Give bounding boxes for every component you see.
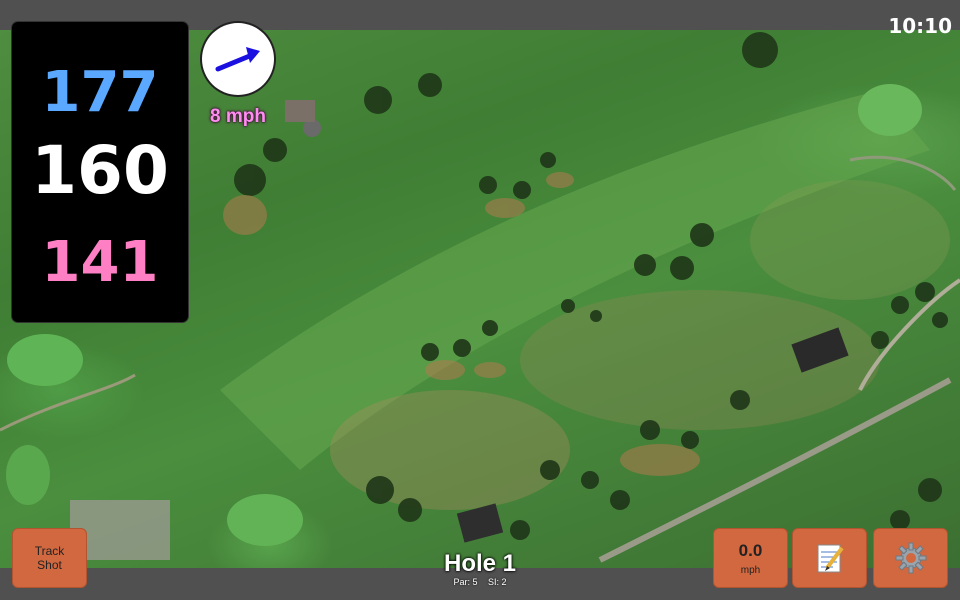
distance-panel: 177 160 141 <box>12 22 188 322</box>
back-distance: 177 <box>41 60 159 125</box>
track-shot-button[interactable]: Track Shot <box>12 528 87 588</box>
front-distance: 141 <box>41 230 159 295</box>
settings-button[interactable] <box>873 528 948 588</box>
arrow-icon <box>215 47 260 72</box>
track-shot-label-line1: Track <box>34 544 65 558</box>
hole-title: Hole 1 <box>443 550 517 577</box>
middle-distance: 160 <box>31 132 169 209</box>
track-shot-label-line2: Shot <box>37 558 62 572</box>
hole-meta: Par: 5 SI: 2 <box>380 577 580 587</box>
notes-button[interactable] <box>792 528 867 588</box>
notepad-icon <box>817 544 844 573</box>
hole-stroke-index: SI: 2 <box>488 577 507 587</box>
speed-value: 0.0 <box>738 540 763 560</box>
wind-indicator <box>202 23 274 95</box>
speed-button[interactable]: 0.0 mph <box>713 528 788 588</box>
clock: 10:10 <box>888 14 952 38</box>
gear-icon <box>895 542 926 574</box>
wind-speed-label: 8 mph <box>210 106 266 127</box>
speed-unit: mph <box>740 564 761 576</box>
hole-par: Par: 5 <box>453 577 478 587</box>
